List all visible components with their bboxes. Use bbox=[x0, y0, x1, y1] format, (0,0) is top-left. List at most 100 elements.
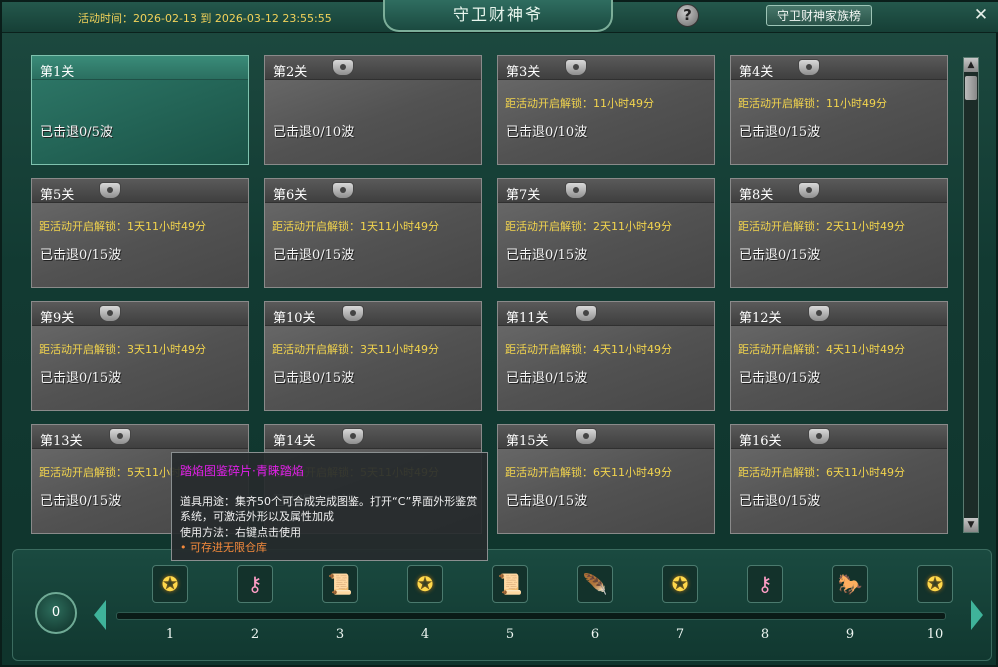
wave-progress: 已击退0/15波 bbox=[739, 371, 821, 386]
stage-card-header: 第3关 bbox=[498, 56, 714, 80]
wave-progress: 已击退0/15波 bbox=[273, 248, 355, 263]
stage-card[interactable]: 第10关 距活动开启解锁：3天11小时49分 已击退0/15波 bbox=[264, 301, 482, 411]
lock-icon bbox=[575, 428, 597, 445]
badge-icon: ✪ bbox=[926, 572, 944, 596]
unlock-countdown: 距活动开启解锁：3天11小时49分 bbox=[39, 343, 206, 356]
game-window: 活动时间：2026-02-13 到 2026-03-12 23:55:55 守卫… bbox=[0, 0, 998, 667]
reward-prev-arrow[interactable] bbox=[94, 600, 106, 630]
stage-name: 第1关 bbox=[40, 65, 75, 80]
stage-card[interactable]: 第1关 已击退0/5波 bbox=[31, 55, 249, 165]
wave-progress: 已击退0/15波 bbox=[506, 248, 588, 263]
reward-slot[interactable]: ⚷ bbox=[747, 565, 783, 603]
key-icon: ⚷ bbox=[247, 572, 263, 596]
wave-progress: 已击退0/15波 bbox=[739, 248, 821, 263]
lock-icon bbox=[109, 428, 131, 445]
title-plate: 守卫财神爷 bbox=[383, 0, 613, 32]
reward-slot-number: 5 bbox=[505, 627, 515, 642]
help-button[interactable]: ? bbox=[676, 4, 699, 27]
stage-name: 第10关 bbox=[273, 311, 316, 326]
feather-icon: 🪶 bbox=[582, 572, 608, 596]
tooltip-method: 使用方法：右键点击使用 bbox=[180, 526, 301, 539]
lock-icon bbox=[332, 59, 354, 76]
horse-icon: 🐎 bbox=[837, 572, 863, 596]
reward-slot[interactable]: 🪶 bbox=[577, 565, 613, 603]
stage-name: 第3关 bbox=[506, 65, 541, 80]
scrollbar[interactable]: ▲ ▼ bbox=[963, 57, 979, 533]
stage-card-header: 第13关 bbox=[32, 425, 248, 449]
stage-card-header: 第15关 bbox=[498, 425, 714, 449]
unlock-countdown: 距活动开启解锁：2天11小时49分 bbox=[738, 220, 905, 233]
scroll-down-button[interactable]: ▼ bbox=[964, 518, 978, 532]
unlock-countdown: 距活动开启解锁：4天11小时49分 bbox=[505, 343, 672, 356]
stage-card[interactable]: 第4关 距活动开启解锁：11小时49分 已击退0/15波 bbox=[730, 55, 948, 165]
event-time: 活动时间：2026-02-13 到 2026-03-12 23:55:55 bbox=[78, 12, 332, 25]
wave-progress: 已击退0/15波 bbox=[506, 371, 588, 386]
stage-card[interactable]: 第16关 距活动开启解锁：6天11小时49分 已击退0/15波 bbox=[730, 424, 948, 534]
unlock-countdown: 距活动开启解锁：1天11小时49分 bbox=[272, 220, 439, 233]
lock-icon bbox=[99, 305, 121, 322]
badge-icon: ✪ bbox=[671, 572, 689, 596]
lock-icon bbox=[798, 182, 820, 199]
stage-card[interactable]: 第12关 距活动开启解锁：4天11小时49分 已击退0/15波 bbox=[730, 301, 948, 411]
stage-card-header: 第9关 bbox=[32, 302, 248, 326]
stage-card-header: 第10关 bbox=[265, 302, 481, 326]
stage-card[interactable]: 第11关距活动开启解锁：4天11小时49分 已击退0/15波 bbox=[497, 301, 715, 411]
stage-card[interactable]: 第3关距活动开启解锁：11小时49分 已击退0/10波 bbox=[497, 55, 715, 165]
wave-progress: 已击退0/10波 bbox=[506, 125, 588, 140]
stage-card[interactable]: 第8关 距活动开启解锁：2天11小时49分 已击退0/15波 bbox=[730, 178, 948, 288]
stage-card[interactable]: 第6关距活动开启解锁：1天11小时49分 已击退0/15波 bbox=[264, 178, 482, 288]
stage-card[interactable]: 第2关 已击退0/10波 bbox=[264, 55, 482, 165]
family-rank-button[interactable]: 守卫财神家族榜 bbox=[766, 5, 872, 26]
badge-icon: ✪ bbox=[416, 572, 434, 596]
stage-card[interactable]: 第15关 距活动开启解锁：6天11小时49分 已击退0/15波 bbox=[497, 424, 715, 534]
stage-name: 第6关 bbox=[273, 188, 308, 203]
unlock-countdown: 距活动开启解锁：6天11小时49分 bbox=[738, 466, 905, 479]
scroll-thumb[interactable] bbox=[965, 76, 977, 100]
close-button[interactable]: ✕ bbox=[972, 6, 990, 24]
reward-slot[interactable]: 📜 bbox=[492, 565, 528, 603]
stage-card[interactable]: 第9关 距活动开启解锁：3天11小时49分 已击退0/15波 bbox=[31, 301, 249, 411]
tooltip-item-name: 踏焰图鉴碎片·青睐踏焰 bbox=[180, 464, 304, 478]
wave-progress: 已击退0/15波 bbox=[739, 494, 821, 509]
lock-icon bbox=[99, 182, 121, 199]
stage-name: 第5关 bbox=[40, 188, 75, 203]
reward-slot[interactable]: 🐎 bbox=[832, 565, 868, 603]
stage-card[interactable]: 第7关 距活动开启解锁：2天11小时49分 已击退0/15波 bbox=[497, 178, 715, 288]
stage-name: 第13关 bbox=[40, 434, 83, 449]
stage-card[interactable]: 第5关 距活动开启解锁：1天11小时49分 已击退0/15波 bbox=[31, 178, 249, 288]
unlock-countdown: 距活动开启解锁：11小时49分 bbox=[505, 97, 654, 110]
reward-next-arrow[interactable] bbox=[971, 600, 983, 630]
reward-slot-number: 4 bbox=[420, 627, 430, 642]
reward-slot-number: 3 bbox=[335, 627, 345, 642]
reward-slot[interactable]: ✪ bbox=[662, 565, 698, 603]
wave-progress: 已击退0/10波 bbox=[273, 125, 355, 140]
stage-name: 第11关 bbox=[506, 311, 549, 326]
scroll-up-button[interactable]: ▲ bbox=[964, 58, 978, 72]
stage-name: 第7关 bbox=[506, 188, 541, 203]
window-title: 守卫财神爷 bbox=[452, 5, 543, 24]
lock-icon bbox=[798, 59, 820, 76]
reward-progress-track bbox=[116, 612, 946, 620]
reward-slot[interactable]: ✪ bbox=[152, 565, 188, 603]
lock-icon bbox=[565, 182, 587, 199]
reward-slot[interactable]: 📜 bbox=[322, 565, 358, 603]
reward-slot[interactable]: ✪ bbox=[917, 565, 953, 603]
reward-slot-number: 2 bbox=[250, 627, 260, 642]
lock-icon bbox=[342, 428, 364, 445]
wave-progress: 已击退0/15波 bbox=[506, 494, 588, 509]
reward-slot-number: 8 bbox=[760, 627, 770, 642]
reward-slot-number: 9 bbox=[845, 627, 855, 642]
scroll-icon: 📜 bbox=[497, 572, 523, 596]
reward-slot[interactable]: ✪ bbox=[407, 565, 443, 603]
reward-slot[interactable]: ⚷ bbox=[237, 565, 273, 603]
reward-slot-number: 6 bbox=[590, 627, 600, 642]
lock-icon bbox=[808, 305, 830, 322]
tooltip-warehouse-note: • 可存进无限仓库 bbox=[180, 541, 267, 554]
stage-card-header: 第11关 bbox=[498, 302, 714, 326]
wave-progress: 已击退0/15波 bbox=[40, 248, 122, 263]
stage-card-header: 第5关 bbox=[32, 179, 248, 203]
stage-name: 第14关 bbox=[273, 434, 316, 449]
tooltip-usage: 道具用途：集齐50个可合成完成图鉴。打开“C”界面外形鉴赏系统，可激活外形以及属… bbox=[180, 495, 478, 523]
lock-icon bbox=[332, 182, 354, 199]
stage-card-header: 第6关 bbox=[265, 179, 481, 203]
